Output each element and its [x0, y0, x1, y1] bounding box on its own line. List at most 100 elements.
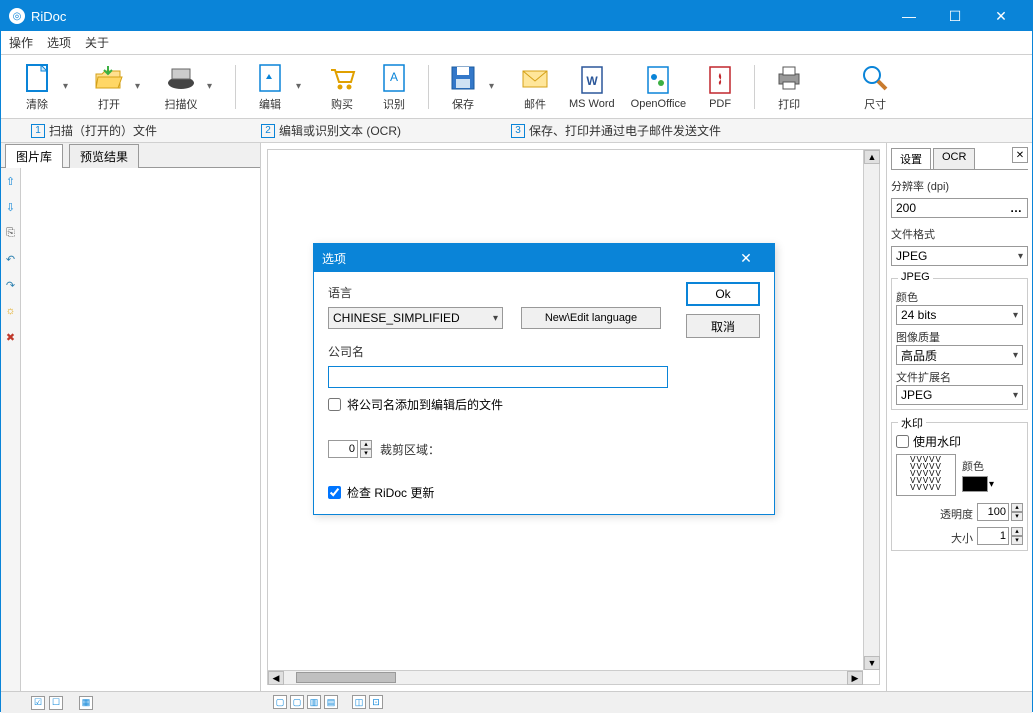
vertical-scrollbar[interactable]: ▲▼: [863, 150, 879, 670]
openoffice-button[interactable]: OpenOffice: [625, 62, 692, 112]
tab-settings[interactable]: 设置: [891, 148, 931, 170]
left-sidebar: ⇧ ⇩ ⎘ ↶ ↷ ☼ ✖: [1, 168, 21, 691]
image-list: [21, 168, 260, 691]
tab-ocr[interactable]: OCR: [933, 148, 975, 170]
edit-icon: [254, 62, 286, 94]
page-icon: [21, 62, 53, 94]
mail-button[interactable]: 邮件: [511, 60, 559, 114]
scanner-dropdown[interactable]: ▾: [207, 81, 219, 92]
arrow-down-icon[interactable]: ⇩: [4, 200, 18, 214]
magnify-icon: [859, 62, 891, 94]
quality-label: 图像质量: [896, 329, 1023, 345]
hintbar: 1扫描（打开的）文件 2编辑或识别文本 (OCR) 3保存、打印并通过电子邮件发…: [1, 119, 1032, 143]
open-button[interactable]: 打开: [85, 60, 133, 114]
tab-image-lib[interactable]: 图片库: [5, 144, 63, 168]
ext-label: 文件扩展名: [896, 369, 1023, 385]
language-select[interactable]: CHINESE_SIMPLIFIED: [328, 307, 503, 329]
toolbar: 清除 ▾ 打开 ▾ 扫描仪 ▾ 编辑 ▾ 购买 A 识别: [1, 55, 1032, 119]
buy-button[interactable]: 购买: [318, 60, 366, 114]
app-icon: ◎: [9, 8, 25, 24]
watermark-preview[interactable]: VVVVVVVVVVVVVVVVVVVVVVVVV: [896, 454, 956, 496]
pdf-button[interactable]: PDF: [696, 62, 744, 112]
edit-dropdown[interactable]: ▾: [296, 81, 308, 92]
view-mode-6[interactable]: ⊡: [369, 695, 383, 709]
brightness-icon[interactable]: ☼: [4, 304, 18, 318]
printer-icon: [773, 62, 805, 94]
dialog-close-button[interactable]: ✕: [726, 244, 766, 272]
left-tabs: 图片库 预览结果: [1, 143, 260, 168]
opacity-spinner[interactable]: ▴▾: [977, 503, 1023, 521]
edit-button[interactable]: 编辑: [246, 60, 294, 114]
use-watermark-checkbox[interactable]: 使用水印: [896, 433, 1023, 450]
rotate-right-icon[interactable]: ↷: [4, 278, 18, 292]
cart-icon: [326, 62, 358, 94]
folder-open-icon: [93, 62, 125, 94]
new-edit-language-button[interactable]: New\Edit language: [521, 307, 661, 329]
language-label: 语言: [328, 284, 668, 301]
copy-icon[interactable]: ⎘: [4, 226, 18, 240]
view-mode-1[interactable]: ▢: [273, 695, 287, 709]
append-company-checkbox[interactable]: 将公司名添加到编辑后的文件: [328, 396, 668, 413]
check-all-button[interactable]: ☑: [31, 696, 45, 710]
save-icon: [447, 62, 479, 94]
maximize-button[interactable]: ☐: [932, 1, 978, 31]
panel-close-button[interactable]: ✕: [1012, 147, 1028, 163]
color-select[interactable]: 24 bits: [896, 305, 1023, 325]
center-bottom-toolbar: ▢ ▢ ▥ ▤ ◫ ⊡: [273, 695, 383, 709]
company-input[interactable]: [328, 366, 668, 388]
ocr-button[interactable]: A 识别: [370, 60, 418, 114]
word-icon: W: [576, 64, 608, 96]
horizontal-scrollbar[interactable]: ◀▶: [268, 670, 863, 684]
msword-button[interactable]: W MS Word: [563, 62, 621, 112]
hint-2-text: 编辑或识别文本 (OCR): [279, 122, 401, 139]
fileformat-label: 文件格式: [891, 226, 1028, 242]
watermark-group: 水印 使用水印 VVVVVVVVVVVVVVVVVVVVVVVVV 颜色 ▾ 透…: [891, 422, 1028, 551]
ext-select[interactable]: JPEG: [896, 385, 1023, 405]
save-dropdown[interactable]: ▾: [489, 81, 501, 92]
view-mode-4[interactable]: ▤: [324, 695, 338, 709]
save-button[interactable]: 保存: [439, 60, 487, 114]
fileformat-select[interactable]: JPEG: [891, 246, 1028, 266]
resolution-input[interactable]: 200…: [891, 198, 1028, 218]
color-label: 颜色: [896, 289, 1023, 305]
opacity-label: 透明度: [940, 506, 973, 522]
mail-icon: [519, 62, 551, 94]
view-mode-3[interactable]: ▥: [307, 695, 321, 709]
menu-action[interactable]: 操作: [9, 34, 33, 51]
app-title: RiDoc: [31, 9, 886, 24]
scanner-button[interactable]: 扫描仪: [157, 60, 205, 114]
clear-button[interactable]: 清除: [13, 60, 61, 114]
check-update-checkbox[interactable]: 检查 RiDoc 更新: [328, 484, 668, 501]
wm-color-button[interactable]: [962, 476, 988, 492]
cancel-button[interactable]: 取消: [686, 314, 760, 338]
left-panel: 图片库 预览结果 ⇧ ⇩ ⎘ ↶ ↷ ☼ ✖: [1, 143, 261, 691]
crop-spinner[interactable]: ▴▾: [328, 440, 372, 458]
print-button[interactable]: 打印: [765, 60, 813, 114]
view-mode-2[interactable]: ▢: [290, 695, 304, 709]
ok-button[interactable]: Ok: [686, 282, 760, 306]
open-dropdown[interactable]: ▾: [135, 81, 147, 92]
uncheck-all-button[interactable]: ☐: [49, 696, 63, 710]
size-button[interactable]: 尺寸: [851, 60, 899, 114]
quality-select[interactable]: 高品质: [896, 345, 1023, 365]
jpeg-group: JPEG 颜色 24 bits 图像质量 高品质 文件扩展名 JPEG: [891, 278, 1028, 410]
arrow-up-icon[interactable]: ⇧: [4, 174, 18, 188]
close-button[interactable]: ✕: [978, 1, 1024, 31]
menu-about[interactable]: 关于: [85, 34, 109, 51]
dialog-title: 选项: [322, 250, 346, 267]
hint-2-icon: 2: [261, 124, 275, 138]
hint-3-text: 保存、打印并通过电子邮件发送文件: [529, 122, 721, 139]
delete-icon[interactable]: ✖: [4, 330, 18, 344]
rotate-left-icon[interactable]: ↶: [4, 252, 18, 266]
clear-dropdown[interactable]: ▾: [63, 81, 75, 92]
dialog-titlebar: 选项 ✕: [314, 244, 774, 272]
svg-text:A: A: [390, 70, 398, 84]
resolution-label: 分辨率 (dpi): [891, 178, 1028, 194]
view-mode-5[interactable]: ◫: [352, 695, 366, 709]
tab-preview[interactable]: 预览结果: [69, 144, 139, 168]
hint-1-icon: 1: [31, 124, 45, 138]
grid-view-button[interactable]: ▦: [79, 696, 93, 710]
menu-options[interactable]: 选项: [47, 34, 71, 51]
wm-size-spinner[interactable]: ▴▾: [977, 527, 1023, 545]
minimize-button[interactable]: —: [886, 1, 932, 31]
